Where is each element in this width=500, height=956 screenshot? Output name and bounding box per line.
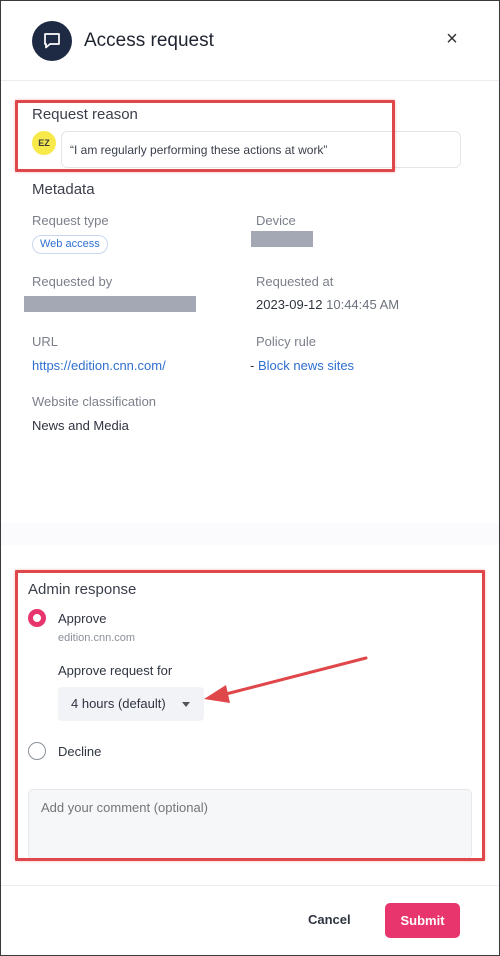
footer-divider (1, 885, 499, 886)
classification-value: News and Media (32, 418, 129, 433)
requested-by-value-redacted (24, 296, 196, 312)
access-request-panel: Access request × Request reason EZ “I am… (0, 0, 500, 956)
close-icon[interactable]: × (446, 28, 458, 50)
policy-rule-link[interactable]: Block news sites (258, 358, 354, 373)
request-type-label: Request type (32, 213, 109, 228)
url-label: URL (32, 334, 59, 349)
close-button[interactable]: × (441, 27, 463, 51)
annotation-highlight-admin-response (15, 570, 485, 861)
requested-by-label: Requested by (32, 274, 113, 289)
requested-at-date: 2023-09-12 (256, 297, 323, 312)
submit-button[interactable]: Submit (385, 903, 460, 938)
annotation-highlight-reason (15, 100, 395, 172)
request-type-badge: Web access (32, 235, 108, 254)
requested-at-label: Requested at (256, 274, 334, 289)
classification-label: Website classification (32, 394, 157, 409)
policy-rule-prefix: - (250, 358, 255, 373)
requested-at-value: 2023-09-12 10:44:45 AM (256, 297, 399, 312)
device-label: Device (256, 213, 296, 228)
device-value-redacted (251, 231, 313, 247)
section-divider (1, 523, 499, 545)
page-title: Access request (84, 30, 214, 51)
chat-bubble-icon (32, 21, 72, 61)
cancel-button[interactable]: Cancel (308, 912, 351, 927)
policy-rule-value: - Block news sites (250, 358, 354, 373)
policy-rule-label: Policy rule (256, 334, 316, 349)
requested-at-time: 10:44:45 AM (326, 297, 400, 312)
metadata-heading: Metadata (32, 181, 95, 198)
url-link[interactable]: https://edition.cnn.com/ (32, 358, 166, 373)
panel-header: Access request × (1, 1, 499, 81)
annotation-arrow-icon (204, 656, 368, 703)
